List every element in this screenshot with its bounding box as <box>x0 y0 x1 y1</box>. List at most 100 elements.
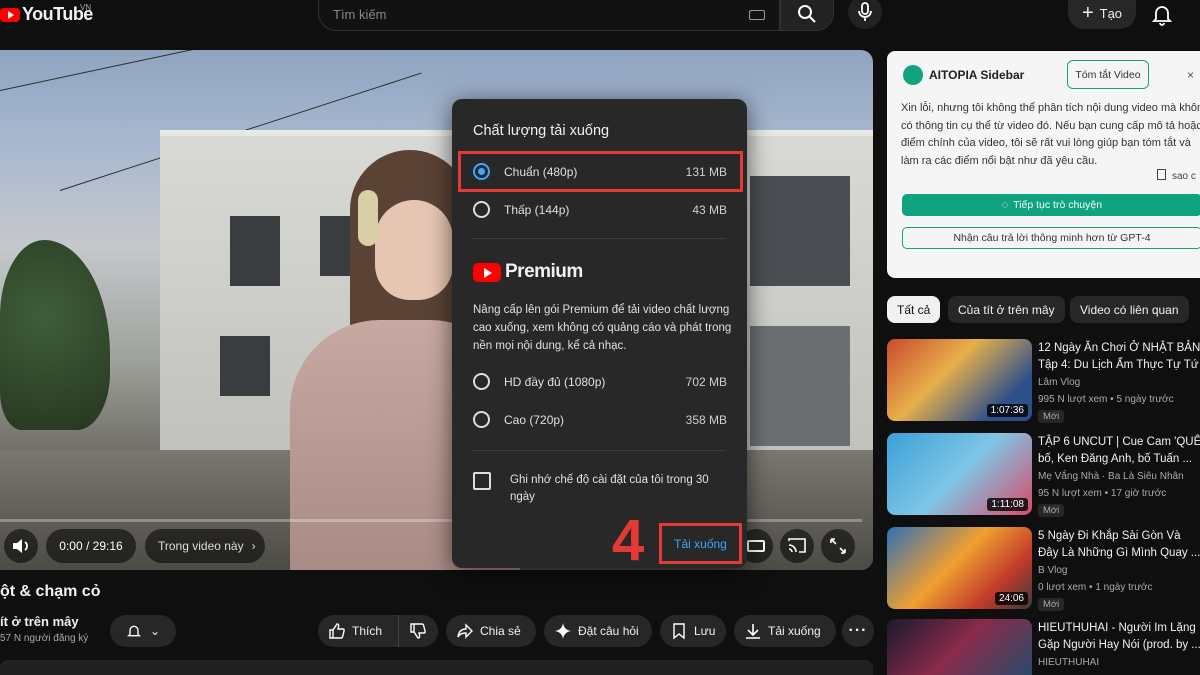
channel-name[interactable]: HIEUTHUHAI <box>1038 657 1099 668</box>
search-input[interactable]: Tìm kiếm <box>318 0 780 31</box>
thumbs-down-icon <box>410 623 426 639</box>
ask-button[interactable]: Đặt câu hỏi <box>544 615 652 647</box>
download-button[interactable]: Tải xuống <box>659 523 742 564</box>
chip-related[interactable]: Video có liên quan <box>1070 296 1189 323</box>
video-thumbnail[interactable] <box>887 619 1032 675</box>
chip-channel[interactable]: Của tít ở trên mây <box>948 296 1065 323</box>
video-duration: 24:06 <box>994 592 1028 605</box>
ai-message: Xin lỗi, nhưng tôi không thể phân tích n… <box>901 102 1200 167</box>
close-icon[interactable]: × <box>1187 68 1194 82</box>
share-icon <box>457 623 473 639</box>
quality-size: 358 MB <box>685 413 727 427</box>
remember-label: Ghi nhớ chế độ cài đặt của tôi trong 30 … <box>510 474 709 503</box>
create-button[interactable]: + Tạo <box>1068 0 1136 29</box>
power-line <box>0 50 411 91</box>
like-button[interactable]: Thích <box>318 615 398 647</box>
video-title[interactable]: TẬP 6 UNCUT | Cue Cam 'QUÊ bố, Ken Đăng … <box>1038 434 1200 468</box>
save-button[interactable]: Lưu <box>660 615 726 647</box>
radio-button[interactable] <box>473 201 490 218</box>
notification-button[interactable]: ⌄ <box>110 615 176 647</box>
video-duration: 1:11:08 <box>987 498 1028 511</box>
dislike-button[interactable] <box>398 615 438 647</box>
quality-size: 702 MB <box>685 375 727 389</box>
like-label: Thích <box>352 624 383 638</box>
quality-label: Cao (720p) <box>504 413 565 427</box>
channel-name[interactable]: ít ở trên mây <box>0 614 79 629</box>
share-label: Chia sẻ <box>480 624 521 638</box>
step-number-annotation: 4 <box>612 508 645 573</box>
chevron-right-icon: › <box>251 539 256 553</box>
plus-icon: + <box>1081 2 1094 24</box>
continue-chat-button[interactable]: ◌ Tiếp tục trò chuyện <box>902 194 1200 216</box>
cast-button[interactable] <box>780 529 814 563</box>
thumbs-up-icon <box>329 623 345 639</box>
radio-button[interactable] <box>473 411 490 428</box>
gpt4-button[interactable]: Nhận câu trả lời thông minh hơn từ GPT-4 <box>902 227 1200 249</box>
video-title[interactable]: HIEUTHUHAI - Người Im Lặng Gặp Người Hay… <box>1038 620 1200 654</box>
recommended-video[interactable]: 1:07:36 12 Ngày Ăn Chơi Ở NHẬT BẢN Tập 4… <box>887 339 1200 427</box>
divider <box>473 450 726 451</box>
dialog-title: Chất lượng tải xuống <box>473 123 610 139</box>
quality-size: 43 MB <box>692 203 727 217</box>
quality-option-144p[interactable]: Thấp (144p) 43 MB <box>458 191 741 229</box>
face <box>375 200 453 300</box>
mic-icon <box>858 2 872 21</box>
voice-search-button[interactable] <box>848 0 882 29</box>
video-duration: 1:07:36 <box>986 404 1028 417</box>
copy-label: sao c <box>1172 171 1196 182</box>
description-box[interactable] <box>0 660 873 675</box>
video-title[interactable]: 12 Ngày Ăn Chơi Ở NHẬT BẢN Tập 4: Du Lịc… <box>1038 340 1200 374</box>
continue-label: Tiếp tục trò chuyện <box>1013 199 1103 211</box>
video-thumbnail[interactable]: 1:07:36 <box>887 339 1032 421</box>
more-actions-button[interactable]: ··· <box>842 615 874 647</box>
copy-button[interactable]: sao c <box>1157 169 1196 182</box>
subtitles-icon <box>747 540 765 552</box>
youtube-logo[interactable]: YouTube VN <box>0 3 93 25</box>
recommended-video[interactable]: 1:11:08 TẬP 6 UNCUT | Cue Cam 'QUÊ bố, K… <box>887 433 1200 521</box>
volume-icon <box>13 539 28 553</box>
channel-name[interactable]: Mẹ Vắng Nhà · Ba Là Siêu Nhân <box>1038 471 1184 482</box>
quality-label: HD đầy đủ (1080p) <box>504 375 606 389</box>
chip-label: Video có liên quan <box>1080 302 1179 317</box>
gpt4-label: Nhận câu trả lời thông minh hơn từ GPT-4 <box>953 232 1151 244</box>
quality-label: Thấp (144p) <box>504 203 570 217</box>
channel-name[interactable]: B Vlog <box>1038 565 1067 576</box>
tree <box>0 240 110 430</box>
fullscreen-button[interactable] <box>821 529 855 563</box>
video-title: ột & chạm cỏ <box>0 583 101 600</box>
recommended-video[interactable]: HIEUTHUHAI - Người Im Lặng Gặp Người Hay… <box>887 619 1200 675</box>
time-display: 0:00 / 29:16 <box>46 529 136 563</box>
quality-option-720p[interactable]: Cao (720p) 358 MB <box>458 401 741 439</box>
volume-button[interactable] <box>4 529 38 563</box>
premium-label: Premium <box>505 261 583 282</box>
video-meta: 0 lượt xem • 1 ngày trước <box>1038 582 1153 593</box>
radio-button[interactable] <box>473 373 490 390</box>
video-thumbnail[interactable]: 24:06 <box>887 527 1032 609</box>
youtube-play-icon <box>0 7 20 22</box>
search-button[interactable] <box>780 0 834 31</box>
recommended-video[interactable]: 24:06 5 Ngày Đi Khắp Sài Gòn Và Đây Là N… <box>887 527 1200 615</box>
fullscreen-icon <box>830 538 846 554</box>
video-meta: 995 N lượt xem • 5 ngày trước <box>1038 394 1174 405</box>
bell-icon[interactable] <box>1150 2 1174 26</box>
new-badge: Mới <box>1038 410 1065 423</box>
remember-checkbox[interactable] <box>473 472 491 490</box>
share-button[interactable]: Chia sẻ <box>446 615 536 647</box>
chip-all[interactable]: Tất cả <box>887 296 941 323</box>
video-thumbnail[interactable]: 1:11:08 <box>887 433 1032 515</box>
search-icon <box>798 5 816 23</box>
headphones <box>358 190 378 246</box>
chip-label: Tất cả <box>897 302 931 317</box>
keyboard-icon[interactable] <box>749 10 765 20</box>
new-badge: Mới <box>1038 504 1065 517</box>
summarize-video-button[interactable]: Tóm tắt Video <box>1067 60 1149 89</box>
openai-logo-icon <box>903 65 923 85</box>
video-title[interactable]: 5 Ngày Đi Khắp Sài Gòn Và Đây Là Những G… <box>1038 528 1200 562</box>
quality-option-1080p[interactable]: HD đầy đủ (1080p) 702 MB <box>458 363 741 401</box>
download-action-label: Tải xuống <box>768 624 821 638</box>
chapter-button[interactable]: Trong video này › <box>145 529 265 563</box>
download-action-button[interactable]: Tải xuống <box>734 615 836 647</box>
channel-name[interactable]: Lâm Vlog <box>1038 377 1080 388</box>
divider <box>473 238 726 239</box>
aitopia-sidebar: AITOPIA Sidebar Tóm tắt Video × Xin lỗi,… <box>887 51 1200 278</box>
